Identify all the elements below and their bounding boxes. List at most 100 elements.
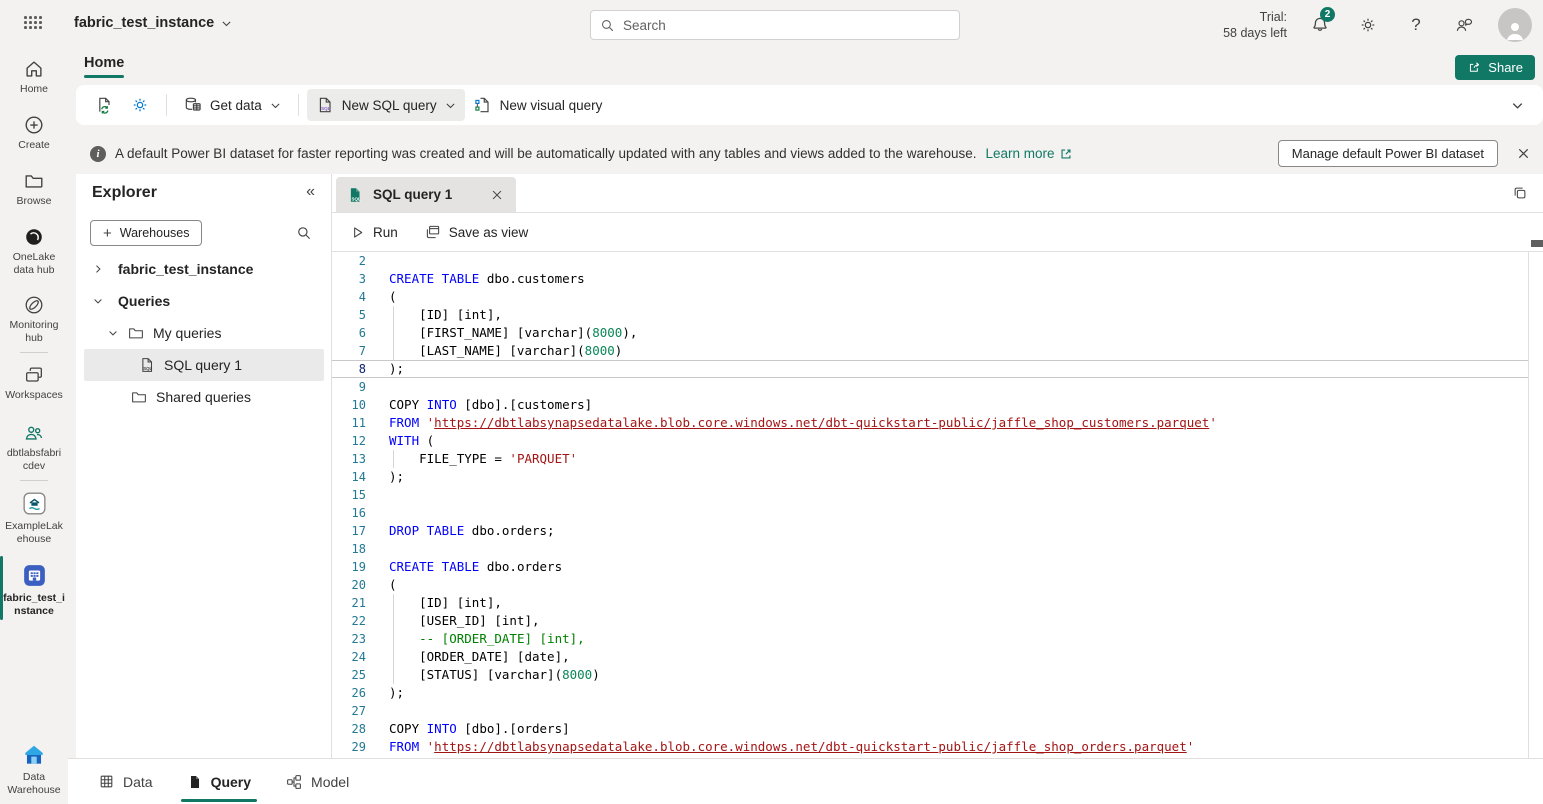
- chevron-down-icon: [220, 17, 233, 30]
- tab-close-button[interactable]: [488, 186, 506, 204]
- code-text: (: [389, 288, 1528, 306]
- code-line[interactable]: 21 [ID] [int],: [332, 594, 1528, 612]
- add-warehouses-button[interactable]: + Warehouses: [90, 220, 202, 246]
- sidebar-item-fabric-test-instance[interactable]: fabric_test_i nstance: [0, 562, 68, 618]
- tab-data[interactable]: Data: [98, 759, 153, 804]
- feedback-button[interactable]: [1447, 8, 1481, 42]
- code-line[interactable]: 2: [332, 252, 1528, 270]
- tree-item-shared-queries[interactable]: Shared queries: [76, 381, 332, 413]
- code-line[interactable]: 14);: [332, 468, 1528, 486]
- close-icon: [490, 188, 504, 202]
- line-number: 3: [332, 270, 366, 288]
- code-line[interactable]: 20(: [332, 576, 1528, 594]
- code-line[interactable]: 9: [332, 378, 1528, 396]
- editor-scrollbar-thumb[interactable]: [1531, 240, 1543, 247]
- code-line[interactable]: 23 -- [ORDER_DATE] [int],: [332, 630, 1528, 648]
- code-line[interactable]: 16: [332, 504, 1528, 522]
- code-line[interactable]: 13 FILE_TYPE = 'PARQUET': [332, 450, 1528, 468]
- tab-query[interactable]: Query: [187, 759, 251, 804]
- run-button[interactable]: Run: [349, 224, 398, 241]
- document-icon: [187, 774, 203, 790]
- banner-close-button[interactable]: [1514, 144, 1533, 163]
- save-as-view-icon: [424, 223, 442, 241]
- code-line[interactable]: 29FROM 'https://dbtlabsynapsedatalake.bl…: [332, 738, 1528, 756]
- code-line[interactable]: 22 [USER_ID] [int],: [332, 612, 1528, 630]
- account-avatar[interactable]: [1498, 8, 1532, 42]
- tool-settings-button[interactable]: [122, 89, 158, 121]
- code-line[interactable]: 18: [332, 540, 1528, 558]
- monitoring-hub-icon: [23, 294, 45, 316]
- warehouse-icon: [21, 562, 48, 589]
- code-line[interactable]: 5 [ID] [int],: [332, 306, 1528, 324]
- code-line[interactable]: 7 [LAST_NAME] [varchar](8000): [332, 342, 1528, 360]
- sidebar-item-monitoring-hub[interactable]: Monitoring hub: [0, 294, 68, 345]
- new-visual-query-label: New visual query: [500, 98, 603, 113]
- tree-item-sql-query-1[interactable]: SQL SQL query 1: [84, 349, 324, 381]
- tab-sql-query-1[interactable]: SQL SQL query 1: [336, 177, 516, 212]
- sidebar-item-onelake-data-hub[interactable]: OneLake data hub: [0, 226, 68, 277]
- gear-icon: [1358, 15, 1378, 35]
- notifications-button[interactable]: 2: [1303, 8, 1337, 42]
- sidebar-item-workspaces[interactable]: Workspaces: [0, 364, 68, 402]
- sql-code-editor[interactable]: 23 CREATE TABLE dbo.customers4(5 [ID] [in…: [332, 252, 1529, 758]
- code-line[interactable]: 4(: [332, 288, 1528, 306]
- home-icon: [23, 58, 45, 80]
- tree-item-my-queries[interactable]: My queries: [76, 317, 332, 349]
- line-number: 19: [332, 558, 366, 576]
- chevron-right-icon[interactable]: [92, 263, 104, 275]
- refresh-button[interactable]: [86, 89, 122, 121]
- chevron-down-icon[interactable]: [92, 295, 104, 307]
- share-button[interactable]: Share: [1455, 55, 1535, 80]
- learn-more-link[interactable]: Learn more: [986, 146, 1073, 161]
- sidebar-item-create[interactable]: Create: [0, 114, 68, 152]
- sidebar-item-home[interactable]: Home: [0, 58, 68, 96]
- new-sql-query-button[interactable]: SQL New SQL query: [307, 89, 465, 121]
- new-visual-query-button[interactable]: New visual query: [465, 89, 611, 121]
- explorer-search-button[interactable]: [295, 224, 313, 242]
- code-text: FROM 'https://dbtlabsynapsedatalake.blob…: [389, 738, 1528, 756]
- tree-item-warehouse-root[interactable]: fabric_test_instance: [76, 253, 332, 285]
- app-launcher-icon[interactable]: [24, 16, 44, 31]
- manage-dataset-button[interactable]: Manage default Power BI dataset: [1278, 140, 1498, 167]
- tab-home[interactable]: Home: [84, 55, 124, 78]
- info-icon: i: [90, 146, 106, 162]
- sidebar-item-browse[interactable]: Browse: [0, 170, 68, 208]
- copy-button[interactable]: [1511, 184, 1529, 202]
- code-line[interactable]: 27: [332, 702, 1528, 720]
- tree-item-queries[interactable]: Queries: [76, 285, 332, 317]
- code-line[interactable]: 17DROP TABLE dbo.orders;: [332, 522, 1528, 540]
- save-as-view-button[interactable]: Save as view: [424, 223, 529, 241]
- code-text: CREATE TABLE dbo.customers: [389, 270, 1528, 288]
- code-line[interactable]: 19CREATE TABLE dbo.orders: [332, 558, 1528, 576]
- chevron-down-icon[interactable]: [107, 327, 119, 339]
- code-line[interactable]: 10COPY INTO [dbo].[customers]: [332, 396, 1528, 414]
- sidebar-item-examplelakehouse[interactable]: ExampleLak ehouse: [0, 490, 68, 546]
- code-line[interactable]: 25 [STATUS] [varchar](8000): [332, 666, 1528, 684]
- line-number: 26: [332, 684, 366, 702]
- code-text: FILE_TYPE = 'PARQUET': [389, 450, 1528, 468]
- code-line[interactable]: 26);: [332, 684, 1528, 702]
- search-input[interactable]: Search: [590, 10, 960, 40]
- line-number: 18: [332, 540, 366, 558]
- help-button[interactable]: ?: [1399, 8, 1433, 42]
- folder-icon: [23, 170, 45, 192]
- code-line[interactable]: 28COPY INTO [dbo].[orders]: [332, 720, 1528, 738]
- code-line[interactable]: 15: [332, 486, 1528, 504]
- tab-model[interactable]: Model: [285, 759, 349, 804]
- code-line[interactable]: 6 [FIRST_NAME] [varchar](8000),: [332, 324, 1528, 342]
- sidebar-item-dbtlabsfabricdev[interactable]: dbtlabsfabri cdev: [0, 422, 68, 473]
- code-line[interactable]: 3 CREATE TABLE dbo.customers: [332, 270, 1528, 288]
- settings-button[interactable]: [1351, 8, 1385, 42]
- dataset-info-banner: i A default Power BI dataset for faster …: [76, 133, 1543, 174]
- collapse-ribbon-button[interactable]: [1510, 98, 1525, 113]
- code-line[interactable]: 24 [ORDER_DATE] [date],: [332, 648, 1528, 666]
- trial-status: Trial: 58 days left: [1223, 9, 1287, 41]
- explorer-panel: Explorer « + Warehouses fabric_test_inst…: [76, 174, 332, 758]
- get-data-button[interactable]: Get data: [175, 89, 290, 121]
- code-line[interactable]: 11FROM 'https://dbtlabsynapsedatalake.bl…: [332, 414, 1528, 432]
- code-line[interactable]: 12WITH (: [332, 432, 1528, 450]
- code-line[interactable]: 8);: [332, 360, 1528, 378]
- workspace-switcher[interactable]: fabric_test_instance: [74, 15, 233, 31]
- sidebar-item-data-warehouse[interactable]: Data Warehouse: [0, 742, 68, 797]
- collapse-explorer-button[interactable]: «: [306, 183, 315, 201]
